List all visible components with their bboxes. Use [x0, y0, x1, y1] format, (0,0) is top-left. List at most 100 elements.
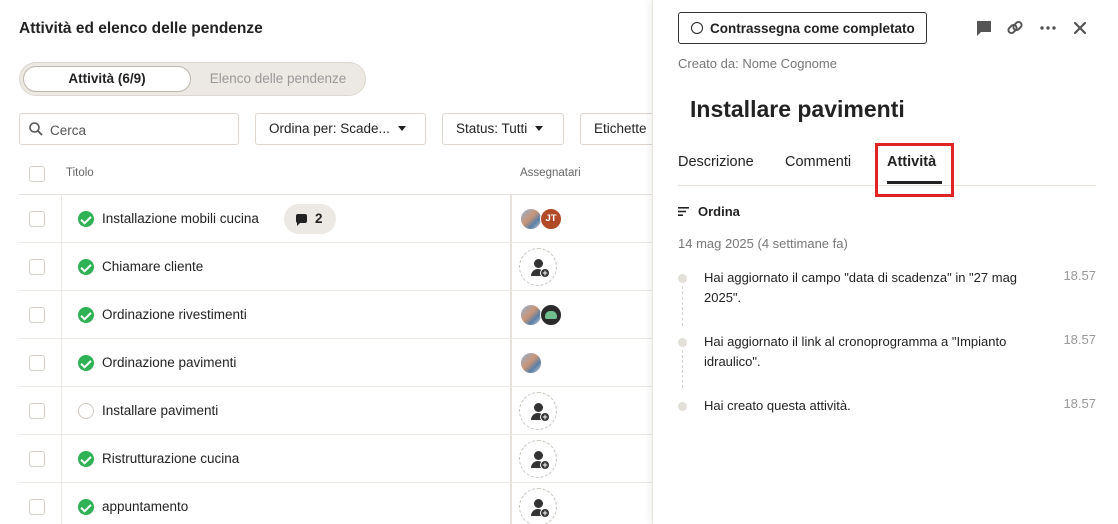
task-detail-panel: Contrassegna come completato Creato da: …	[652, 0, 1118, 524]
column-divider	[510, 195, 512, 242]
close-icon[interactable]	[1069, 17, 1091, 39]
search-input[interactable]	[50, 119, 230, 141]
activity-time: 18.57	[1063, 268, 1096, 283]
table-row[interactable]: Chiamare cliente +	[19, 243, 652, 291]
mark-complete-label: Contrassegna come completato	[710, 20, 915, 36]
column-divider	[61, 387, 62, 434]
column-divider	[510, 387, 512, 434]
activity-time: 18.57	[1063, 396, 1096, 411]
link-icon[interactable]	[1004, 17, 1026, 39]
table-row[interactable]: Ristrutturazione cucina +	[19, 435, 652, 483]
task-title-cell[interactable]: Chiamare cliente	[102, 259, 203, 274]
comment-icon[interactable]	[973, 17, 995, 39]
comment-icon	[296, 214, 307, 226]
timeline-dot	[678, 338, 687, 347]
comment-count: 2	[315, 211, 323, 226]
activity-text: Hai creato questa attività.	[704, 398, 851, 413]
row-checkbox[interactable]	[29, 403, 45, 419]
column-divider	[61, 243, 62, 290]
sort-icon	[678, 207, 689, 216]
row-checkbox[interactable]	[29, 355, 45, 371]
table-row[interactable]: Ordinazione rivestimenti	[19, 291, 652, 339]
tab-backlog[interactable]: Elenco delle pendenze	[193, 66, 363, 92]
tab-comments[interactable]: Commenti	[785, 154, 851, 170]
task-list-panel: Attività ed elenco delle pendenze Attivi…	[0, 0, 670, 524]
created-by: Creato da: Nome Cognome	[678, 56, 837, 71]
completed-check-icon[interactable]	[78, 499, 94, 515]
labels-dropdown-label: Etichette	[594, 121, 647, 136]
completed-check-icon[interactable]	[78, 259, 94, 275]
sort-dropdown-label: Ordina per: Scade...	[269, 121, 390, 136]
page-title: Attività ed elenco delle pendenze	[19, 20, 263, 37]
column-title: Titolo	[66, 167, 94, 179]
select-all-checkbox[interactable]	[29, 166, 45, 182]
task-title-cell[interactable]: appuntamento	[102, 499, 188, 514]
add-assignee-button[interactable]: +	[519, 440, 557, 478]
avatar	[540, 304, 562, 326]
avatar-initials: JT	[540, 208, 562, 230]
sort-label: Ordina	[698, 204, 740, 219]
table-row[interactable]: Installazione mobili cucina 2 JT	[19, 195, 652, 243]
caret-down-icon	[535, 125, 544, 131]
completed-check-icon[interactable]	[78, 307, 94, 323]
caret-down-icon	[397, 125, 406, 131]
column-divider	[510, 435, 512, 482]
completed-check-icon[interactable]	[78, 355, 94, 371]
tab-description[interactable]: Descrizione	[678, 154, 754, 170]
comment-count-badge[interactable]: 2	[284, 204, 336, 234]
table-row[interactable]: appuntamento +	[19, 483, 652, 524]
search-box	[19, 113, 239, 145]
detail-tabs: Descrizione Commenti Attività	[678, 140, 1096, 197]
highlight-box	[875, 143, 954, 197]
column-divider	[510, 483, 512, 524]
mark-complete-button[interactable]: Contrassegna come completato	[678, 12, 927, 44]
column-divider	[61, 291, 62, 338]
column-divider	[510, 339, 512, 386]
completed-check-icon[interactable]	[78, 451, 94, 467]
timeline-connector	[682, 286, 683, 326]
add-assignee-button[interactable]: +	[519, 248, 557, 286]
row-checkbox[interactable]	[29, 307, 45, 323]
column-divider	[61, 195, 62, 242]
task-title-cell[interactable]: Ordinazione rivestimenti	[102, 307, 247, 322]
table-header: Titolo Assegnatari	[19, 155, 652, 195]
task-table-body: Installazione mobili cucina 2 JT Chiamare c…	[19, 195, 652, 524]
table-row[interactable]: Installare pavimenti +	[19, 387, 652, 435]
sort-dropdown[interactable]: Ordina per: Scade...	[255, 113, 426, 145]
task-title-cell[interactable]: Ordinazione pavimenti	[102, 355, 236, 370]
activity-time: 18.57	[1063, 332, 1096, 347]
status-dropdown-label: Status: Tutti	[456, 121, 528, 136]
completed-check-icon[interactable]	[78, 211, 94, 227]
activity-date-header: 14 mag 2025 (4 settimane fa)	[678, 236, 848, 251]
timeline-dot	[678, 402, 687, 411]
add-assignee-button[interactable]: +	[519, 488, 557, 524]
column-divider	[510, 243, 512, 290]
column-divider	[61, 339, 62, 386]
column-divider	[510, 291, 512, 338]
task-title-cell[interactable]: Installazione mobili cucina	[102, 211, 259, 226]
avatar	[520, 208, 542, 230]
task-title-cell[interactable]: Installare pavimenti	[102, 403, 218, 418]
incomplete-circle-icon[interactable]	[78, 403, 94, 419]
circle-icon	[691, 22, 703, 34]
row-checkbox[interactable]	[29, 211, 45, 227]
add-assignee-button[interactable]: +	[519, 392, 557, 430]
avatar	[520, 304, 542, 326]
activity-text: Hai aggiornato il link al cronoprogramma…	[704, 334, 1007, 369]
task-title-cell[interactable]: Ristrutturazione cucina	[102, 451, 239, 466]
more-icon[interactable]	[1037, 17, 1059, 39]
row-checkbox[interactable]	[29, 499, 45, 515]
status-dropdown[interactable]: Status: Tutti	[442, 113, 564, 145]
column-assignees: Assegnatari	[520, 167, 581, 179]
task-title: Installare pavimenti	[690, 96, 905, 122]
view-switcher: Attività (6/9) Elenco delle pendenze	[19, 62, 366, 96]
tab-activities[interactable]: Attività (6/9)	[23, 66, 191, 92]
timeline-connector	[682, 350, 683, 388]
column-divider	[61, 483, 62, 524]
column-divider	[61, 435, 62, 482]
row-checkbox[interactable]	[29, 451, 45, 467]
row-checkbox[interactable]	[29, 259, 45, 275]
table-row[interactable]: Ordinazione pavimenti	[19, 339, 652, 387]
activity-text: Hai aggiornato il campo "data di scadenz…	[704, 270, 1018, 305]
avatar	[520, 352, 542, 374]
